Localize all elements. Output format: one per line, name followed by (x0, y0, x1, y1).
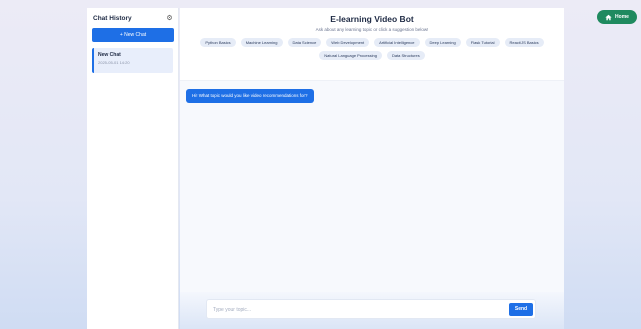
chat-item-title: New Chat (98, 52, 121, 58)
chat-header: E-learning Video Bot Ask about any learn… (180, 8, 564, 32)
topic-chip-deep-learning[interactable]: Deep Learning (424, 38, 461, 47)
topic-chip-web-development[interactable]: Web Development (326, 38, 370, 47)
chat-main-panel: E-learning Video Bot Ask about any learn… (180, 8, 564, 329)
topic-suggestions: Python Basics Machine Learning Data Scie… (196, 38, 548, 60)
sidebar-header: Chat History ⚙ (87, 8, 178, 24)
message-composer: Send (180, 292, 564, 329)
message-input-box: Send (206, 299, 536, 319)
send-button[interactable]: Send (509, 303, 533, 316)
topic-chip-artificial-intelligence[interactable]: Artificial Intelligence (374, 38, 420, 47)
chat-history-item[interactable]: New Chat 2025-05-01 14:20 (92, 48, 173, 73)
chat-item-date: 2025-05-01 14:20 (98, 60, 130, 65)
topic-chip-react-js-basics[interactable]: React/JS Basics (504, 38, 544, 47)
bot-message: Hi! What topic would you like video reco… (186, 89, 314, 103)
topic-chip-flask-tutorial[interactable]: Flask Tutorial (465, 38, 500, 47)
topic-chip-data-structures[interactable]: Data Structures (386, 51, 425, 60)
page-title: E-learning Video Bot (330, 14, 414, 24)
message-list[interactable]: Hi! What topic would you like video reco… (180, 80, 564, 292)
home-icon (605, 14, 612, 21)
new-chat-button[interactable]: + New Chat (92, 28, 174, 42)
page-subtitle: Ask about any learning topic or click a … (315, 27, 429, 32)
topic-chip-data-science[interactable]: Data Science (287, 38, 322, 47)
topic-chip-python-basics[interactable]: Python Basics (200, 38, 236, 47)
chat-history-sidebar: Chat History ⚙ + New Chat New Chat 2025-… (87, 8, 179, 329)
home-button[interactable]: Home (597, 10, 637, 24)
gear-icon[interactable]: ⚙ (166, 15, 173, 22)
topic-chip-machine-learning[interactable]: Machine Learning (240, 38, 283, 47)
message-input[interactable] (213, 304, 493, 316)
home-button-label: Home (615, 14, 629, 20)
topic-chip-nlp[interactable]: Natural Language Processing (319, 51, 382, 60)
sidebar-title: Chat History (93, 14, 132, 22)
